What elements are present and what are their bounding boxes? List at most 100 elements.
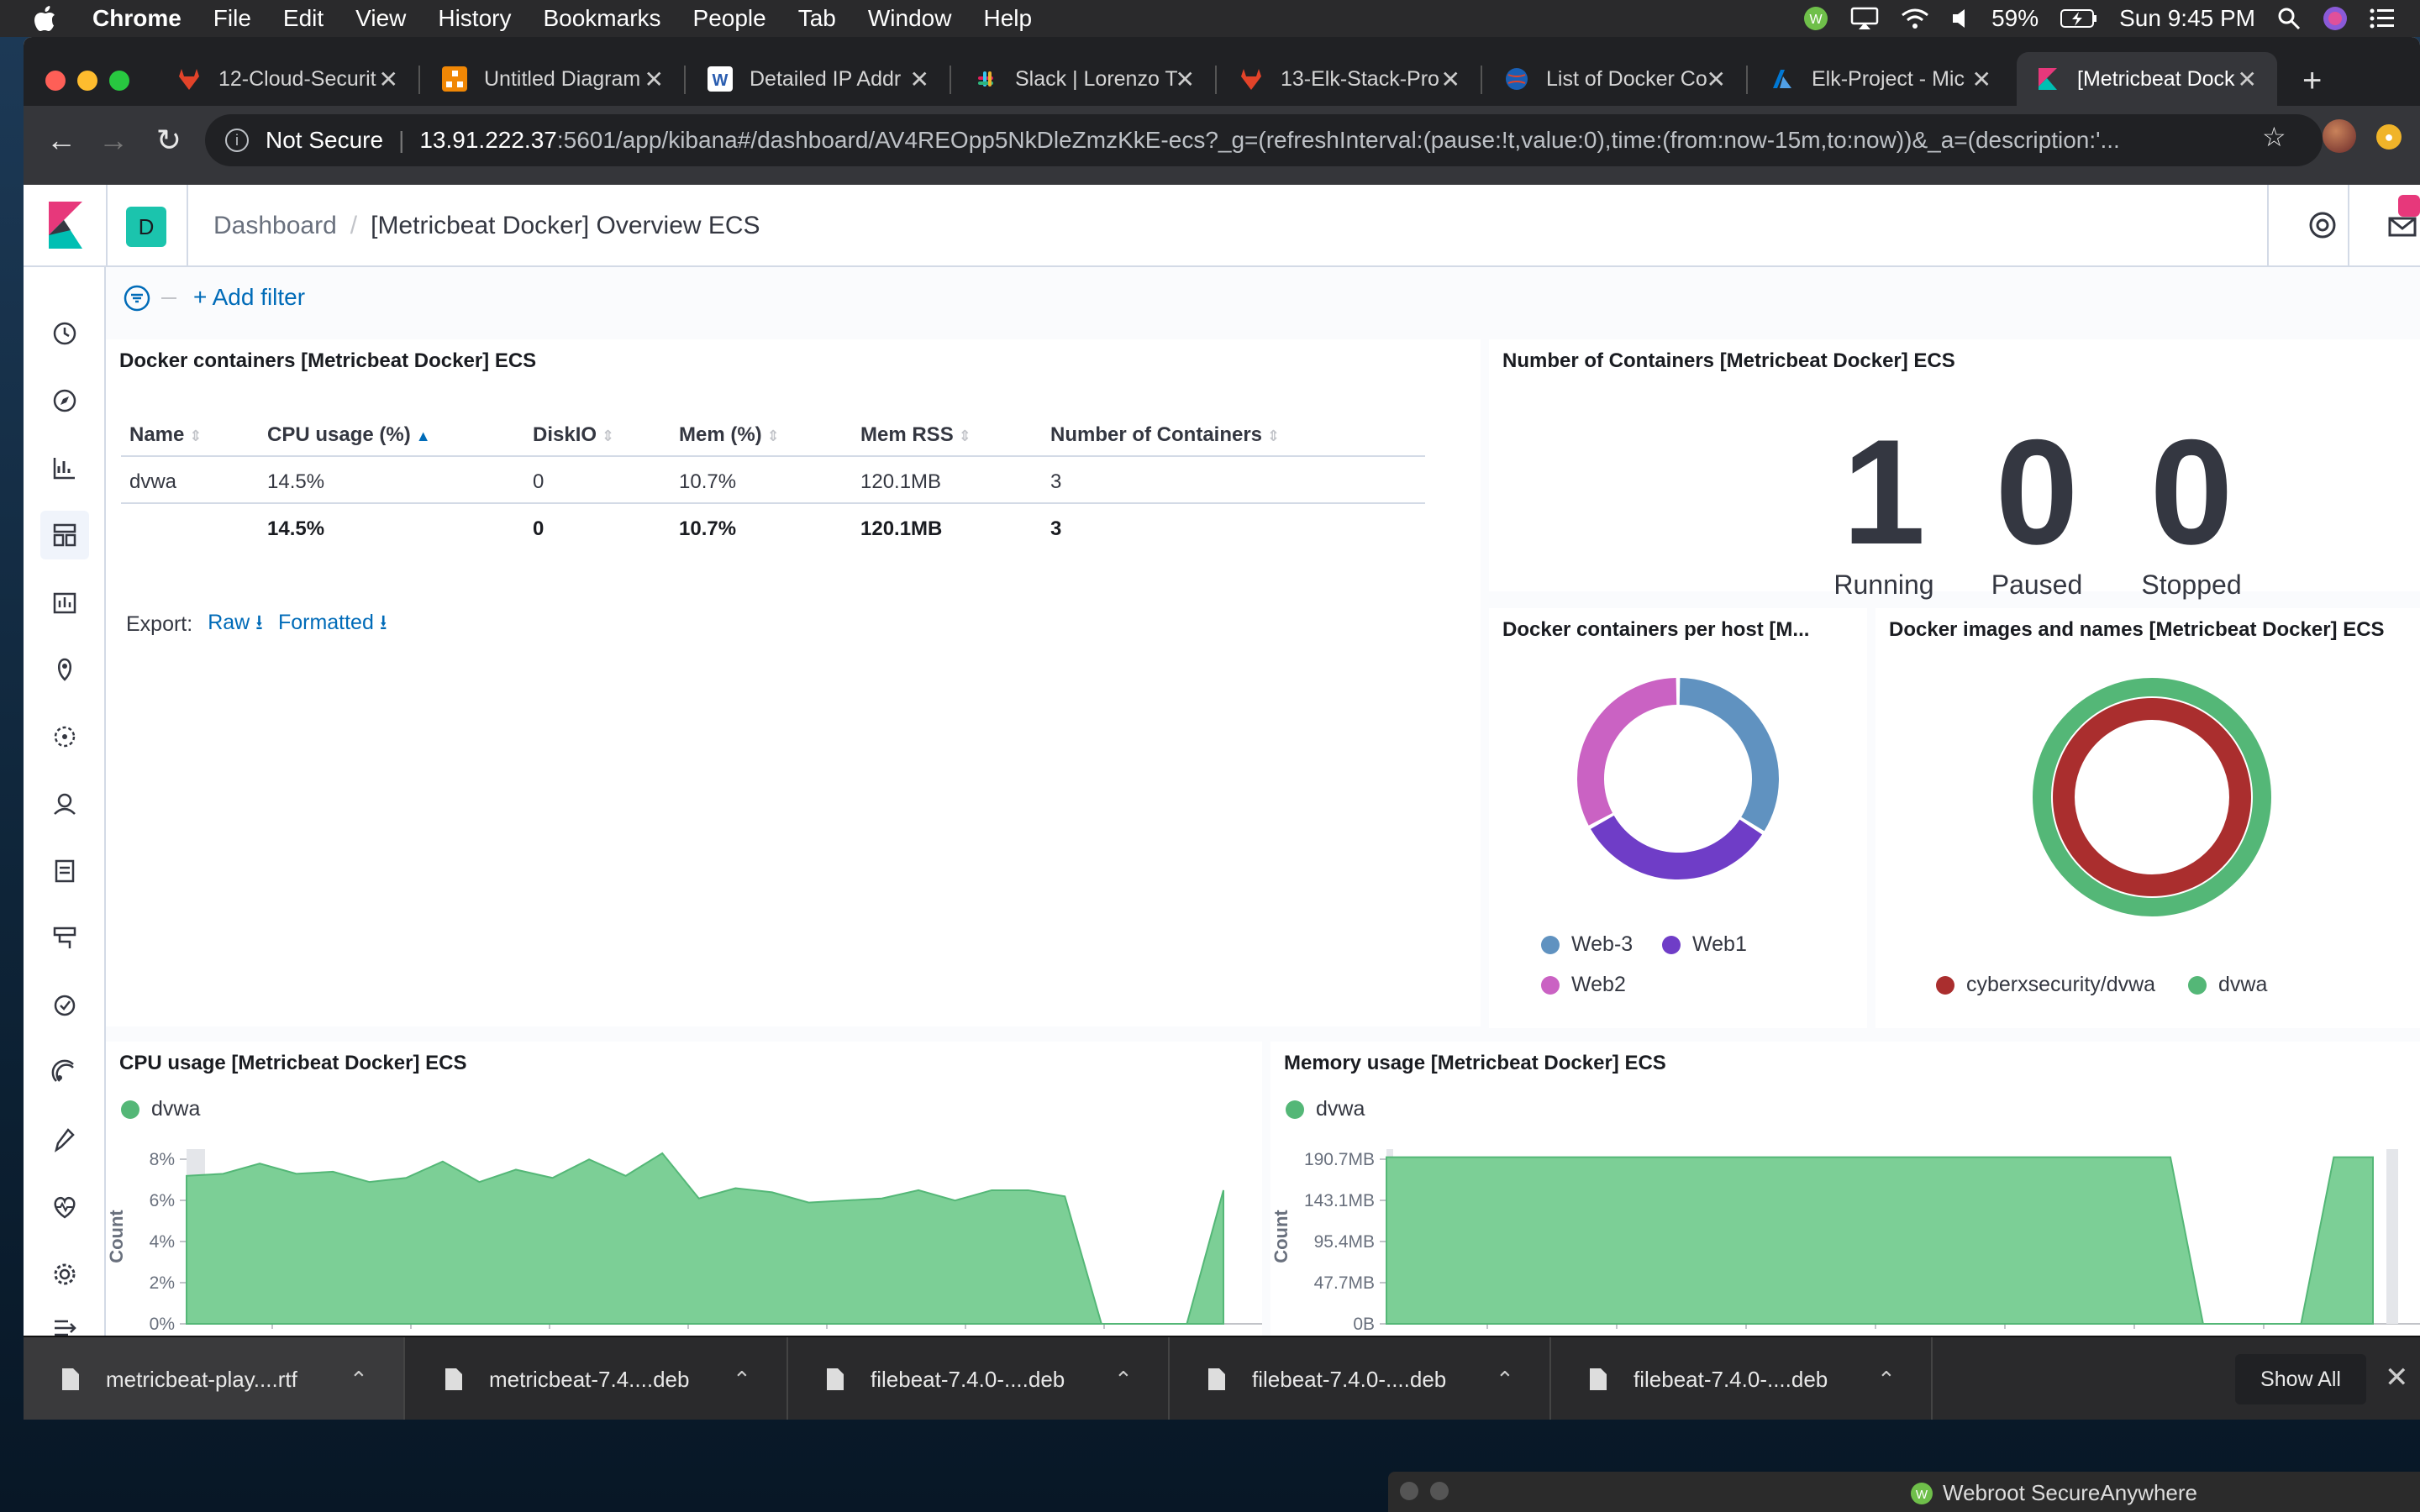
management-gear-icon[interactable] — [47, 1257, 82, 1292]
stack-monitoring-icon[interactable] — [47, 1189, 82, 1225]
menu-file[interactable]: File — [213, 5, 251, 32]
profile-avatar[interactable] — [2323, 119, 2356, 153]
metric-value: 0 — [2149, 408, 2233, 575]
space-avatar[interactable]: D — [126, 207, 166, 247]
apm-icon[interactable] — [47, 921, 82, 956]
apple-icon[interactable] — [32, 5, 59, 32]
download-item[interactable]: filebeat-7.4.0-....deb ⌃ — [1170, 1337, 1551, 1420]
close-tab-icon[interactable]: ✕ — [910, 66, 929, 93]
legend-item-dvwa[interactable]: dvwa — [1286, 1097, 1365, 1121]
menu-history[interactable]: History — [438, 5, 511, 32]
tab-untitled-diagram[interactable]: Untitled Diagram ✕ — [424, 52, 686, 106]
close-tab-icon[interactable]: ✕ — [644, 66, 664, 93]
webroot-status-icon[interactable]: W — [1803, 6, 1828, 31]
spotlight-search-icon[interactable] — [2277, 7, 2301, 30]
chevron-up-icon[interactable]: ⌃ — [733, 1367, 751, 1393]
menu-view[interactable]: View — [355, 5, 406, 32]
chevron-up-icon[interactable]: ⌃ — [350, 1367, 368, 1393]
legend-item-dvwa[interactable]: dvwa — [121, 1097, 200, 1121]
tab-metricbeat-dashboard[interactable]: [Metricbeat Dock ✕ — [2017, 52, 2277, 106]
machine-learning-icon[interactable] — [47, 719, 82, 754]
menu-tab[interactable]: Tab — [798, 5, 836, 32]
menubar-clock[interactable]: Sun 9:45 PM — [2119, 5, 2255, 32]
download-item[interactable]: filebeat-7.4.0-....deb ⌃ — [788, 1337, 1170, 1420]
extension-icon[interactable]: ● — [2376, 124, 2402, 150]
menu-help[interactable]: Help — [983, 5, 1032, 32]
legend-item-dvwa[interactable]: dvwa — [2188, 973, 2267, 997]
export-formatted-link[interactable]: Formatted ⭳ — [278, 606, 387, 643]
recently-viewed-clock-icon[interactable] — [47, 316, 82, 351]
tab-elk-project[interactable]: Elk-Project - Mic ✕ — [1751, 52, 2012, 106]
close-tab-icon[interactable]: ✕ — [1972, 66, 1991, 93]
chevron-up-icon[interactable]: ⌃ — [1877, 1367, 1896, 1393]
minimize-window-button[interactable] — [77, 71, 97, 91]
zoom-window-button[interactable] — [109, 71, 129, 91]
airplay-icon[interactable] — [1850, 7, 1879, 30]
column-header-mem-pct[interactable]: Mem (%) ⇕ — [679, 423, 780, 447]
forward-button[interactable]: → — [92, 123, 134, 158]
download-item[interactable]: metricbeat-7.4....deb ⌃ — [407, 1337, 788, 1420]
chevron-up-icon[interactable]: ⌃ — [1114, 1367, 1133, 1393]
maps-pin-icon[interactable] — [47, 652, 82, 687]
tab-cloud-security[interactable]: 12-Cloud-Securit ✕ — [158, 52, 420, 106]
legend-item-web1[interactable]: Web1 — [1662, 932, 1747, 957]
close-tab-icon[interactable]: ✕ — [1441, 66, 1460, 93]
export-raw-link[interactable]: Raw ⭳ — [208, 606, 263, 643]
siem-icon[interactable] — [47, 1055, 82, 1090]
tab-detailed-ip[interactable]: W Detailed IP Addr ✕ — [689, 52, 951, 106]
menu-people[interactable]: People — [693, 5, 766, 32]
filter-options-icon[interactable] — [123, 284, 151, 312]
menu-window[interactable]: Window — [868, 5, 952, 32]
siri-icon[interactable] — [2323, 6, 2348, 31]
help-icon[interactable] — [2306, 208, 2339, 242]
visualize-chart-icon[interactable] — [47, 450, 82, 486]
close-window-button[interactable] — [45, 71, 66, 91]
legend-item-web2[interactable]: Web2 — [1541, 973, 1626, 997]
add-filter-button[interactable]: + Add filter — [193, 284, 305, 311]
legend-item-cyberxsecurity[interactable]: cyberxsecurity/dvwa — [1936, 973, 2155, 997]
legend-item-web3[interactable]: Web-3 — [1541, 932, 1633, 957]
column-header-cpu[interactable]: CPU usage (%) ▲ — [267, 423, 431, 447]
close-tab-icon[interactable]: ✕ — [2238, 66, 2257, 93]
webroot-minimize-button[interactable] — [1430, 1482, 1449, 1500]
column-header-name[interactable]: Name ⇕ — [129, 423, 202, 447]
bookmark-star-icon[interactable]: ☆ — [2262, 121, 2286, 153]
tab-slack[interactable]: Slack | Lorenzo T ✕ — [955, 52, 1217, 106]
column-header-containers[interactable]: Number of Containers ⇕ — [1050, 423, 1280, 447]
download-item[interactable]: metricbeat-play....rtf ⌃ — [24, 1337, 405, 1420]
notification-center-icon[interactable] — [2370, 8, 2395, 29]
close-tab-icon[interactable]: ✕ — [379, 66, 398, 93]
back-button[interactable]: ← — [40, 123, 82, 158]
menu-app-name[interactable]: Chrome — [92, 5, 182, 32]
close-tab-icon[interactable]: ✕ — [1176, 66, 1195, 93]
show-all-downloads-button[interactable]: Show All — [2235, 1354, 2366, 1404]
canvas-icon[interactable] — [47, 585, 82, 620]
dashboard-icon[interactable] — [40, 511, 89, 559]
address-bar[interactable]: i Not Secure | 13.91.222.37 :5601/app/ki… — [205, 114, 2323, 166]
volume-icon[interactable] — [1951, 8, 1970, 29]
discover-compass-icon[interactable] — [47, 383, 82, 418]
column-header-mem-rss[interactable]: Mem RSS ⇕ — [860, 423, 971, 447]
chevron-up-icon[interactable]: ⌃ — [1496, 1367, 1514, 1393]
breadcrumb-dashboard[interactable]: Dashboard — [213, 212, 337, 240]
menu-bookmarks[interactable]: Bookmarks — [543, 5, 660, 32]
menu-edit[interactable]: Edit — [283, 5, 324, 32]
logs-icon[interactable] — [47, 853, 82, 889]
reload-button[interactable]: ↻ — [148, 123, 190, 158]
info-icon[interactable]: i — [225, 129, 249, 152]
kibana-logo-icon[interactable] — [47, 202, 84, 249]
battery-percent[interactable]: 59% — [1991, 5, 2039, 32]
wifi-icon[interactable] — [1901, 7, 1929, 30]
tab-elk-stack[interactable]: 13-Elk-Stack-Pro ✕ — [1220, 52, 1482, 106]
new-tab-button[interactable]: + — [2302, 62, 2322, 100]
uptime-icon[interactable] — [47, 988, 82, 1023]
webroot-close-button[interactable] — [1400, 1482, 1418, 1500]
column-header-diskio[interactable]: DiskIO ⇕ — [533, 423, 614, 447]
download-item[interactable]: filebeat-7.4.0-....deb ⌃ — [1551, 1337, 1933, 1420]
close-downloads-icon[interactable]: ✕ — [2385, 1361, 2409, 1394]
tab-docker-list[interactable]: List of Docker Co ✕ — [1486, 52, 1748, 106]
battery-icon[interactable] — [2060, 8, 2097, 29]
infrastructure-icon[interactable] — [47, 786, 82, 822]
dev-tools-icon[interactable] — [47, 1122, 82, 1158]
close-tab-icon[interactable]: ✕ — [1707, 66, 1726, 93]
